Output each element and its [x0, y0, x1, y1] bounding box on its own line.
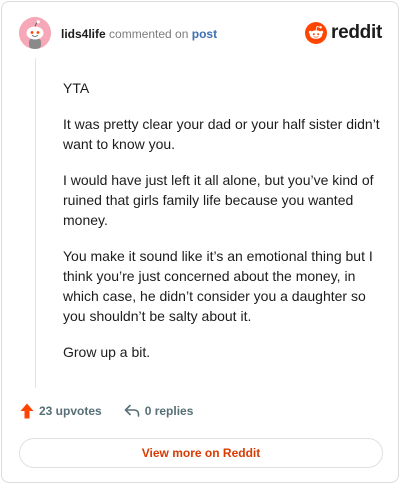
upvote-button[interactable]: 23 upvotes [20, 403, 102, 419]
avatar-snoo-icon [19, 17, 51, 49]
comment-body: YTA It was pretty clear your dad or your… [63, 78, 381, 378]
post-link[interactable]: post [192, 27, 217, 41]
reddit-wordmark: reddit [331, 22, 382, 43]
reddit-brand-link[interactable]: reddit [305, 22, 382, 44]
avatar[interactable] [19, 17, 51, 49]
comment-header: lids4life commented on post [61, 27, 217, 41]
comment-actions: 23 upvotes 0 replies [20, 403, 215, 419]
thread-line [35, 58, 36, 388]
comment-paragraph: I would have just left it all alone, but… [63, 172, 374, 228]
upvote-count: 23 upvotes [39, 404, 102, 418]
commented-on-text: commented on [109, 27, 189, 41]
comment-embed-card: lids4life commented on post reddit YTA I… [1, 1, 399, 483]
replies-count: 0 replies [144, 404, 194, 418]
upvote-arrow-icon [20, 403, 34, 419]
reply-arrow-icon [124, 404, 140, 417]
username-link[interactable]: lids4life [61, 27, 106, 41]
comment-paragraph: It was pretty clear your dad or your hal… [63, 116, 380, 152]
comment-paragraph: Grow up a bit. [63, 344, 151, 360]
comment-paragraph: YTA [63, 80, 90, 96]
reddit-logo-icon [305, 22, 328, 44]
replies-button[interactable]: 0 replies [124, 404, 194, 418]
view-more-on-reddit-button[interactable]: View more on Reddit [19, 438, 383, 468]
comment-paragraph: You make it sound like it’s an emotional… [63, 248, 373, 324]
